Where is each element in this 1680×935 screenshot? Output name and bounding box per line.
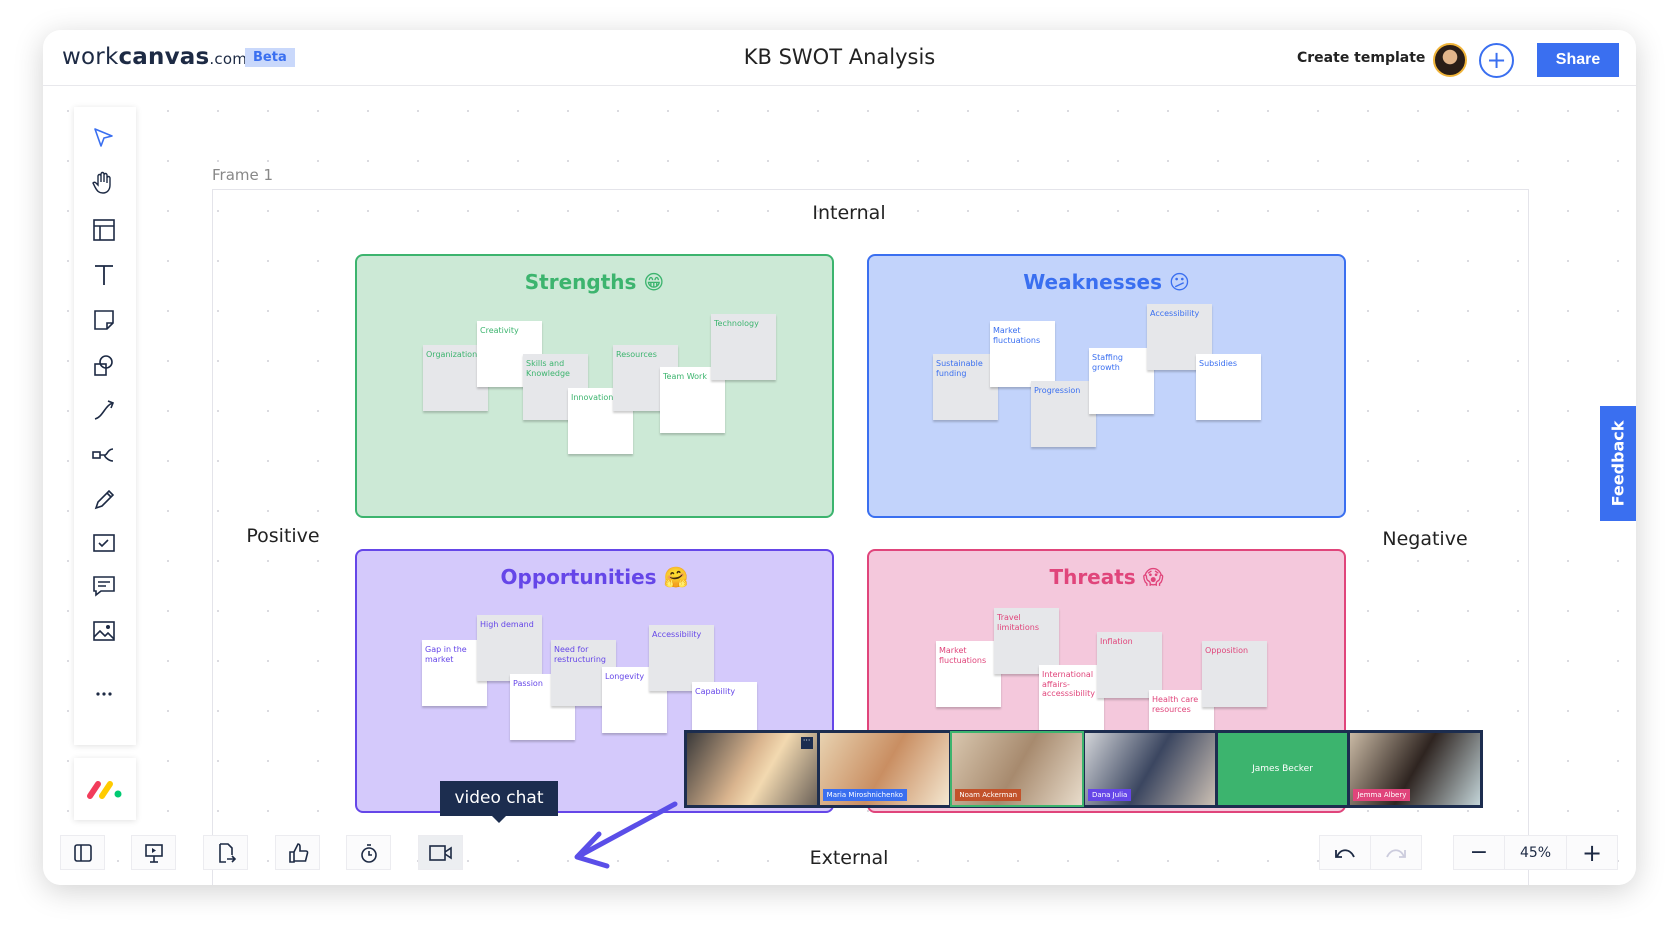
axis-label-external: External	[809, 847, 889, 869]
sidebar-icon	[73, 843, 92, 862]
video-tile[interactable]: Noam Ackerman	[950, 731, 1085, 807]
sticky-note[interactable]: International affairs-accesssibility	[1039, 665, 1104, 731]
mind-map-icon	[92, 448, 114, 462]
video-tile[interactable]: Jemma Albery	[1350, 733, 1481, 805]
select-icon	[94, 128, 113, 147]
frame-label[interactable]: Frame 1	[212, 166, 273, 184]
more-icon	[96, 692, 112, 696]
pen-icon	[94, 489, 115, 510]
checklist-icon	[93, 534, 115, 552]
video-chat-button[interactable]	[418, 835, 463, 870]
connector-icon	[94, 400, 115, 420]
timer-button[interactable]	[346, 835, 391, 870]
participant-name: Noam Ackerman	[955, 789, 1022, 801]
sticky-note-icon	[94, 310, 114, 330]
sticky-note[interactable]: Technology	[711, 314, 776, 380]
undo-button[interactable]	[1319, 835, 1371, 870]
participant-name: James Becker	[1252, 764, 1313, 774]
tool-pen[interactable]	[89, 485, 119, 515]
quadrant-title[interactable]: Threats 😱	[869, 565, 1344, 589]
export-button[interactable]	[203, 835, 248, 870]
redo-icon	[1386, 848, 1406, 858]
emoji-icon: 😱	[1142, 565, 1164, 589]
emoji-icon: 😁	[643, 270, 665, 294]
sticky-note[interactable]: Staffing growth	[1089, 348, 1154, 414]
panel-toggle-button[interactable]	[60, 835, 105, 870]
video-tile[interactable]: Maria Miroshnichenko	[819, 733, 950, 805]
tool-layout[interactable]	[89, 215, 119, 245]
tool-image[interactable]	[89, 616, 119, 646]
tool-more[interactable]	[89, 679, 119, 709]
avatar[interactable]	[1433, 43, 1467, 77]
sticky-note[interactable]: Market fluctuations	[936, 641, 1001, 707]
file-export-icon	[218, 842, 236, 863]
tool-comment[interactable]	[89, 571, 119, 601]
undo-icon	[1335, 848, 1355, 858]
redo-button[interactable]	[1370, 835, 1422, 870]
vote-button[interactable]	[275, 835, 320, 870]
video-camera-icon	[428, 844, 452, 861]
zoom-level[interactable]: 45%	[1504, 835, 1567, 870]
axis-label-internal: Internal	[812, 202, 886, 224]
tool-select[interactable]	[89, 124, 119, 154]
sticky-note[interactable]: Subsidies	[1196, 354, 1261, 420]
sticky-note[interactable]: Inflation	[1097, 632, 1162, 698]
zoom-in-button[interactable]: +	[1566, 835, 1618, 870]
text-icon	[95, 265, 113, 285]
monday-logo[interactable]	[74, 758, 136, 820]
sticky-note[interactable]: Market fluctuations	[990, 321, 1055, 387]
axis-label-negative: Negative	[1382, 528, 1468, 550]
feedback-tab[interactable]: Feedback	[1600, 406, 1636, 521]
sticky-note[interactable]: Sustainable funding	[933, 354, 998, 420]
invite-button[interactable]: +	[1479, 43, 1514, 78]
present-button[interactable]	[131, 835, 176, 870]
video-tile[interactable]: ···	[687, 733, 817, 805]
participant-name: Maria Miroshnichenko	[822, 789, 907, 801]
tool-shapes[interactable]	[89, 350, 119, 380]
participant-name: Dana Julia	[1088, 789, 1132, 801]
video-tile[interactable]: Dana Julia	[1085, 733, 1215, 805]
sticky-note[interactable]: Opposition	[1202, 641, 1267, 707]
tool-hand[interactable]	[89, 169, 119, 199]
quadrant-strengths[interactable]: Strengths 😁 Organization Creativity Skills …	[355, 254, 834, 518]
video-tile[interactable]: James Becker	[1217, 733, 1348, 805]
tool-sticky-note[interactable]	[89, 305, 119, 335]
layout-icon	[93, 219, 115, 241]
quadrant-weaknesses[interactable]: Weaknesses 😕 Sustainable funding Market fl…	[867, 254, 1346, 518]
presentation-icon	[144, 843, 163, 863]
tool-text[interactable]	[89, 260, 119, 290]
axis-label-positive: Positive	[246, 525, 320, 547]
hand-icon	[92, 171, 111, 194]
participant-name: Jemma Albery	[1353, 789, 1411, 801]
app-window: workcanvas.com Beta KB SWOT Analysis Cre…	[43, 30, 1636, 885]
emoji-icon: 😕	[1168, 270, 1190, 294]
arrow-annotation	[574, 801, 678, 869]
zoom-out-button[interactable]: −	[1453, 835, 1505, 870]
tool-connector[interactable]	[89, 395, 119, 425]
sticky-note[interactable]: High demand	[477, 615, 542, 681]
timer-icon	[360, 843, 377, 863]
share-button[interactable]: Share	[1537, 43, 1619, 77]
more-options-icon[interactable]: ···	[800, 737, 813, 749]
tool-mind-map[interactable]	[89, 440, 119, 470]
emoji-icon: 🤗	[663, 565, 689, 589]
thumbs-up-icon	[288, 842, 308, 863]
quadrant-title[interactable]: Opportunities 🤗	[357, 565, 832, 589]
header: workcanvas.com Beta KB SWOT Analysis Cre…	[43, 30, 1636, 86]
quadrant-title[interactable]: Strengths 😁	[357, 270, 832, 294]
quadrant-title[interactable]: Weaknesses 😕	[869, 270, 1344, 294]
video-chat-strip: ··· Maria Miroshnichenko Noam Ackerman Dana…	[684, 730, 1483, 808]
create-template-button[interactable]: Create template	[1297, 50, 1425, 66]
shapes-icon	[94, 355, 113, 376]
image-icon	[93, 621, 115, 641]
sticky-note[interactable]: Progression	[1031, 381, 1096, 447]
comment-icon	[93, 576, 115, 597]
left-toolbar	[74, 107, 136, 745]
tool-checklist[interactable]	[89, 528, 119, 558]
